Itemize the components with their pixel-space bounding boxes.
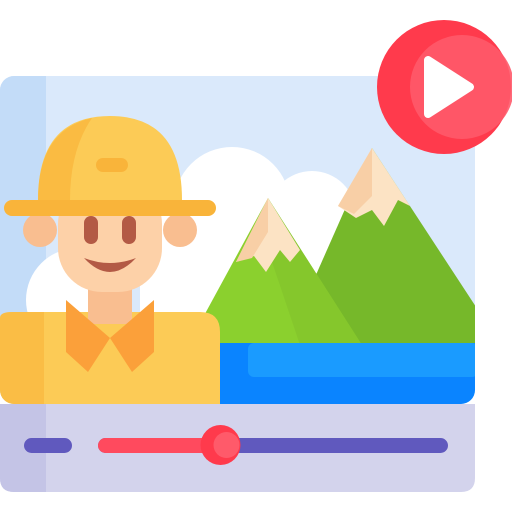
lake: [218, 343, 475, 404]
video-player-illustration: [0, 20, 512, 492]
play-button[interactable]: [377, 20, 512, 154]
time-indicator: [24, 438, 72, 453]
seek-knob-highlight: [213, 432, 240, 458]
